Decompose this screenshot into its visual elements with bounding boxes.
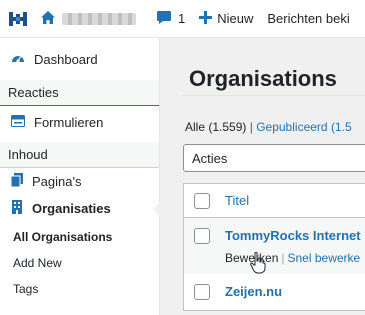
section-header-inhoud: Inhoud	[0, 142, 159, 168]
row-checkbox[interactable]	[194, 228, 210, 244]
table-row: TommyRocks Internet Bewerken | Snel bewerk…	[184, 218, 365, 274]
organisations-table: Titel TommyRocks Internet Bewerken | Snel …	[183, 183, 365, 311]
sidebar-item-organisaties[interactable]: Organisaties	[0, 194, 160, 222]
sidebar-item-label: Organisaties	[32, 200, 111, 216]
select-all-checkbox[interactable]	[194, 192, 210, 209]
filter-separator: |	[249, 120, 253, 134]
submenu-organisaties: All Organisations Add New Tags	[0, 222, 159, 302]
sidebar-item-formulieren[interactable]: Formulieren	[0, 106, 159, 138]
section-header-reacties: Reacties	[0, 80, 159, 106]
sidebar-item-label: Pagina's	[32, 173, 82, 189]
filter-published-label: Gepubliceerd	[256, 120, 328, 134]
filter-published-count: (1.5	[330, 120, 352, 134]
new-content-link[interactable]: Nieuw	[199, 10, 254, 27]
title-divider	[183, 95, 365, 96]
admin-bar: 1 Nieuw Berichten beki	[0, 0, 365, 38]
sidebar-item-dashboard[interactable]: Dashboard	[0, 38, 159, 80]
column-title-header[interactable]: Titel	[225, 193, 249, 208]
row-title-link[interactable]: TommyRocks Internet	[225, 228, 361, 243]
status-filters: Alle (1.559) | Gepubliceerd (1.5	[185, 120, 352, 134]
row-actions-separator: |	[281, 251, 285, 265]
comment-count: 1	[178, 11, 186, 26]
page-title: Organisations	[189, 66, 337, 91]
bulk-actions-value: Acties	[192, 150, 228, 166]
site-logo-icon[interactable]	[0, 0, 36, 38]
table-header: Titel	[184, 184, 365, 218]
filter-all[interactable]: Alle (1.559)	[185, 120, 246, 134]
hand-cursor-icon	[250, 251, 266, 279]
sidebar-item-label: Dashboard	[34, 51, 98, 67]
comment-icon	[156, 10, 172, 28]
bulk-actions-select[interactable]: Acties	[183, 144, 365, 172]
submenu-tags[interactable]: Tags	[0, 276, 159, 302]
filter-published[interactable]: Gepubliceerd (1.5	[256, 120, 351, 134]
comments-link[interactable]: 1	[156, 10, 185, 28]
row-content: TommyRocks Internet Bewerken | Snel bewerk…	[225, 228, 361, 265]
row-checkbox[interactable]	[194, 284, 210, 300]
row-actions: Bewerken | Snel bewerke	[225, 251, 361, 265]
form-icon	[11, 114, 25, 130]
filter-all-label: Alle	[185, 120, 206, 134]
sidebar-item-label: Formulieren	[34, 114, 104, 130]
pages-icon	[10, 172, 23, 190]
plus-icon	[199, 10, 213, 27]
site-name-blurred	[62, 12, 136, 25]
admin-sidebar: Dashboard Reacties Formulieren Inhoud Pa…	[0, 38, 160, 315]
quick-edit-link[interactable]: Snel bewerke	[288, 251, 361, 265]
row-title-link[interactable]: Zeijen.nu	[225, 284, 282, 299]
site-home-link[interactable]	[40, 10, 136, 28]
filter-all-count: (1.559)	[208, 120, 247, 134]
new-label: Nieuw	[217, 11, 254, 26]
sidebar-item-paginas[interactable]: Pagina's	[0, 168, 159, 194]
building-icon	[11, 199, 23, 217]
dashboard-icon	[11, 52, 25, 67]
submenu-add-new[interactable]: Add New	[0, 250, 159, 276]
table-row: Zeijen.nu	[184, 274, 365, 310]
submenu-all-organisations[interactable]: All Organisations	[0, 224, 159, 250]
home-icon	[40, 10, 56, 28]
messages-link[interactable]: Berichten beki	[267, 11, 349, 26]
